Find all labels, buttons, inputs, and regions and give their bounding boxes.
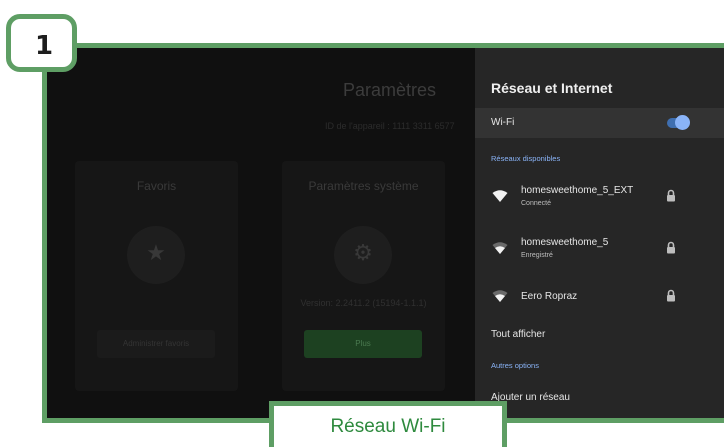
wifi-signal-medium-icon [492,290,508,302]
wifi-signal-medium-icon [492,242,508,254]
step-number: 1 [35,31,54,61]
network-name: homesweethome_5_EXT [521,185,634,196]
device-id: ID de l'appareil : 1111 3311 6577 [325,121,455,131]
panel-title: Réseau et Internet [491,80,613,96]
network-name: homesweethome_5 [521,237,609,248]
manage-favorites-button[interactable]: Administrer favoris [97,330,215,358]
version-text: Version: 2.2411.2 (15194-1.1.1) [300,298,427,308]
network-item[interactable]: homesweethome_5_EXT Connecté [475,178,724,218]
wifi-label: Wi-Fi [491,117,515,128]
lock-icon [667,189,675,202]
system-settings-card[interactable]: Paramètres système ⚙ Version: 2.2411.2 (… [282,161,445,391]
see-all-networks-link[interactable]: Tout afficher [491,329,545,340]
settings-title: Paramètres [343,80,437,100]
network-status: Connecté [521,200,551,207]
tv-screen-frame: Paramètres ID de l'appareil : 1111 3311 … [42,43,724,423]
network-item[interactable]: Eero Ropraz [475,278,724,318]
wifi-toggle-knob[interactable] [675,115,690,130]
network-item[interactable]: homesweethome_5 Enregistré [475,230,724,270]
wifi-toggle-row[interactable]: Wi-Fi [475,108,724,138]
system-settings-card-title: Paramètres système [308,179,419,193]
caption-box: Réseau Wi-Fi [269,401,507,447]
settings-background: Paramètres ID de l'appareil : 1111 3311 … [47,48,480,418]
available-networks-header: Réseaux disponibles [491,154,561,163]
gear-icon: ⚙ [334,226,392,284]
caption-text: Réseau Wi-Fi [330,416,446,437]
favorites-card-title: Favoris [136,179,177,193]
other-options-header: Autres options [491,361,539,370]
more-button[interactable]: Plus [304,330,422,358]
step-number-badge: 1 [6,14,77,72]
lock-icon [667,241,675,254]
network-status: Enregistré [521,252,553,259]
favorites-card[interactable]: Favoris ★ Administrer favoris [75,161,238,391]
network-name: Eero Ropraz [521,291,578,302]
wifi-signal-full-icon [492,190,508,202]
lock-icon [667,289,675,302]
star-icon: ★ [127,226,185,284]
network-settings-panel: Réseau et Internet Wi-Fi Réseaux disponi… [475,48,724,418]
